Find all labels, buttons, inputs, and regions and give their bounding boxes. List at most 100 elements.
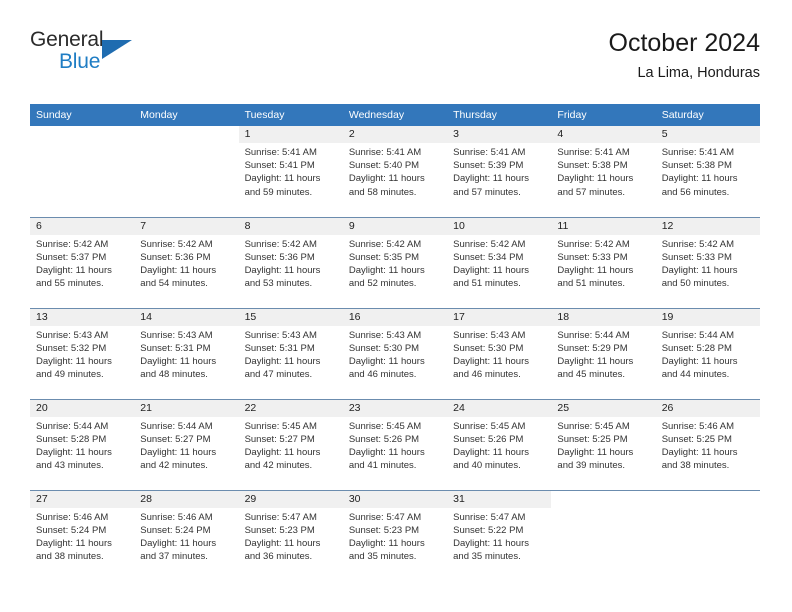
day-cell-18[interactable]: 18 Sunrise: 5:44 AM Sunset: 5:29 PM Dayligh… [551, 307, 656, 399]
day-cell-7[interactable]: 7 Sunrise: 5:42 AM Sunset: 5:36 PM Daylight… [134, 216, 239, 308]
daylight-line-2: and 51 minutes. [557, 278, 626, 290]
day-number: 1 [238, 126, 343, 143]
day-number: 13 [30, 308, 135, 326]
sunset-line: Sunset: 5:40 PM [348, 160, 420, 172]
daylight-line-1: Daylight: 11 hours [244, 173, 321, 185]
sunset-line: Sunset: 5:31 PM [244, 342, 315, 354]
sunset-line: Sunset: 5:27 PM [140, 433, 211, 445]
sunset-line: Sunset: 5:33 PM [661, 251, 732, 263]
weekday-header-friday: Friday [551, 104, 656, 126]
day-cell-1[interactable]: 1 Sunrise: 5:41 AM Sunset: 5:41 PM Daylight… [238, 126, 343, 217]
daylight-line-1: Daylight: 11 hours [244, 446, 321, 458]
sunrise-sunset-calendar: Sunday Monday Tuesday Wednesday Thursday Frid… [30, 104, 760, 581]
day-number: 16 [342, 308, 448, 326]
day-details: Sunrise: 5:41 AM Sunset: 5:38 PM Daylight:… [551, 143, 655, 199]
day-cell-29[interactable]: 29 Sunrise: 5:47 AM Sunset: 5:23 PM Dayligh… [238, 489, 343, 581]
day-cell-30[interactable]: 30 Sunrise: 5:47 AM Sunset: 5:23 PM Dayligh… [342, 489, 448, 581]
day-cell-2[interactable]: 2 Sunrise: 5:41 AM Sunset: 5:40 PM Daylight… [342, 126, 448, 217]
sunset-line: Sunset: 5:23 PM [244, 524, 315, 536]
daylight-line-1: Daylight: 11 hours [453, 355, 529, 367]
day-cell-4[interactable]: 4 Sunrise: 5:41 AM Sunset: 5:38 PM Daylight… [551, 126, 656, 217]
day-cell-27[interactable]: 27 Sunrise: 5:46 AM Sunset: 5:24 PM Dayligh… [30, 489, 135, 581]
sunset-line: Sunset: 5:35 PM [348, 251, 420, 263]
daylight-line-2: and 55 minutes. [36, 278, 104, 290]
day-number: 20 [30, 399, 135, 417]
calendar-week-row: 20 Sunrise: 5:44 AM Sunset: 5:28 PM Dayligh… [30, 398, 760, 490]
day-cell-8[interactable]: 8 Sunrise: 5:42 AM Sunset: 5:36 PM Daylight… [238, 216, 343, 308]
daylight-line-2: and 52 minutes. [348, 278, 417, 290]
day-cell-5[interactable]: 5 Sunrise: 5:41 AM Sunset: 5:38 PM Daylight… [655, 126, 760, 217]
day-cell-14[interactable]: 14 Sunrise: 5:43 AM Sunset: 5:31 PM Dayligh… [134, 307, 239, 399]
daylight-line-1: Daylight: 11 hours [36, 355, 112, 367]
day-cell-10[interactable]: 10 Sunrise: 5:42 AM Sunset: 5:34 PM Dayligh… [447, 216, 552, 308]
day-cell-25[interactable]: 25 Sunrise: 5:45 AM Sunset: 5:25 PM Dayligh… [551, 398, 656, 490]
general-blue-logo[interactable]: General Blue [30, 28, 160, 86]
day-number: 31 [447, 490, 552, 508]
day-details: Sunrise: 5:47 AM Sunset: 5:23 PM Daylight:… [343, 508, 447, 564]
sunrise-line: Sunrise: 5:42 AM [348, 238, 422, 250]
day-details: Sunrise: 5:44 AM Sunset: 5:28 PM Daylight:… [30, 417, 134, 473]
day-cell-9[interactable]: 9 Sunrise: 5:42 AM Sunset: 5:35 PM Daylight… [342, 216, 448, 308]
sunrise-line: Sunrise: 5:42 AM [244, 238, 317, 250]
sunset-line: Sunset: 5:28 PM [36, 433, 107, 445]
sunrise-line: Sunrise: 5:42 AM [36, 238, 109, 250]
day-details: Sunrise: 5:47 AM Sunset: 5:22 PM Daylight:… [447, 508, 551, 564]
page-subtitle: La Lima, Honduras [637, 65, 760, 81]
day-cell-31[interactable]: 31 Sunrise: 5:47 AM Sunset: 5:22 PM Dayligh… [447, 489, 552, 581]
sunrise-line: Sunrise: 5:47 AM [244, 511, 317, 523]
day-cell-13[interactable]: 13 Sunrise: 5:43 AM Sunset: 5:32 PM Dayligh… [30, 307, 135, 399]
daylight-line-1: Daylight: 11 hours [348, 264, 425, 276]
day-number [30, 126, 135, 143]
day-number: 18 [551, 308, 656, 326]
sunrise-line: Sunrise: 5:47 AM [453, 511, 526, 523]
day-cell-12[interactable]: 12 Sunrise: 5:42 AM Sunset: 5:33 PM Dayligh… [655, 216, 760, 308]
day-cell-empty [551, 489, 656, 581]
daylight-line-2: and 38 minutes. [661, 460, 730, 472]
day-details: Sunrise: 5:47 AM Sunset: 5:23 PM Daylight:… [239, 508, 343, 564]
sunset-line: Sunset: 5:34 PM [453, 251, 524, 263]
day-cell-26[interactable]: 26 Sunrise: 5:46 AM Sunset: 5:25 PM Dayligh… [655, 398, 760, 490]
page-header: General Blue October 2024 La Lima, Hondu… [30, 28, 760, 96]
sunset-line: Sunset: 5:38 PM [661, 160, 732, 172]
sunset-line: Sunset: 5:30 PM [348, 342, 420, 354]
sunrise-line: Sunrise: 5:44 AM [36, 420, 109, 432]
day-cell-15[interactable]: 15 Sunrise: 5:43 AM Sunset: 5:31 PM Dayligh… [238, 307, 343, 399]
calendar-week-row: 6 Sunrise: 5:42 AM Sunset: 5:37 PM Daylight… [30, 216, 760, 308]
day-number [134, 126, 239, 143]
day-cell-28[interactable]: 28 Sunrise: 5:46 AM Sunset: 5:24 PM Dayligh… [134, 489, 239, 581]
day-cell-11[interactable]: 11 Sunrise: 5:42 AM Sunset: 5:33 PM Dayligh… [551, 216, 656, 308]
sunrise-line: Sunrise: 5:44 AM [557, 329, 630, 341]
day-cell-3[interactable]: 3 Sunrise: 5:41 AM Sunset: 5:39 PM Daylight… [447, 126, 552, 217]
sunset-line: Sunset: 5:37 PM [36, 251, 107, 263]
day-cell-17[interactable]: 17 Sunrise: 5:43 AM Sunset: 5:30 PM Dayligh… [447, 307, 552, 399]
sunset-line: Sunset: 5:39 PM [453, 160, 524, 172]
day-number: 27 [30, 490, 135, 508]
sunrise-line: Sunrise: 5:43 AM [36, 329, 109, 341]
day-cell-6[interactable]: 6 Sunrise: 5:42 AM Sunset: 5:37 PM Daylight… [30, 216, 135, 308]
sunset-line: Sunset: 5:36 PM [140, 251, 211, 263]
day-cell-16[interactable]: 16 Sunrise: 5:43 AM Sunset: 5:30 PM Dayligh… [342, 307, 448, 399]
day-cell-23[interactable]: 23 Sunrise: 5:45 AM Sunset: 5:26 PM Dayligh… [342, 398, 448, 490]
calendar-header-row: Sunday Monday Tuesday Wednesday Thursday Frid… [30, 104, 760, 126]
sunset-line: Sunset: 5:33 PM [557, 251, 628, 263]
day-cell-21[interactable]: 21 Sunrise: 5:44 AM Sunset: 5:27 PM Dayligh… [134, 398, 239, 490]
day-number: 28 [134, 490, 239, 508]
day-cell-19[interactable]: 19 Sunrise: 5:44 AM Sunset: 5:28 PM Dayligh… [655, 307, 760, 399]
day-number: 3 [447, 126, 552, 143]
day-cell-24[interactable]: 24 Sunrise: 5:45 AM Sunset: 5:26 PM Dayligh… [447, 398, 552, 490]
daylight-line-1: Daylight: 11 hours [244, 537, 321, 549]
daylight-line-2: and 53 minutes. [244, 278, 313, 290]
daylight-line-2: and 46 minutes. [348, 369, 417, 381]
logo-text-general: General [30, 28, 104, 51]
day-number: 12 [655, 217, 760, 235]
day-cell-22[interactable]: 22 Sunrise: 5:45 AM Sunset: 5:27 PM Dayligh… [238, 398, 343, 490]
page-title: October 2024 [608, 29, 761, 57]
daylight-line-2: and 46 minutes. [453, 369, 521, 381]
sunset-line: Sunset: 5:29 PM [557, 342, 628, 354]
sunrise-line: Sunrise: 5:45 AM [348, 420, 422, 432]
daylight-line-1: Daylight: 11 hours [557, 173, 634, 185]
daylight-line-1: Daylight: 11 hours [453, 446, 529, 458]
daylight-line-2: and 48 minutes. [140, 369, 208, 381]
day-cell-20[interactable]: 20 Sunrise: 5:44 AM Sunset: 5:28 PM Dayligh… [30, 398, 135, 490]
sunset-line: Sunset: 5:38 PM [557, 160, 628, 172]
